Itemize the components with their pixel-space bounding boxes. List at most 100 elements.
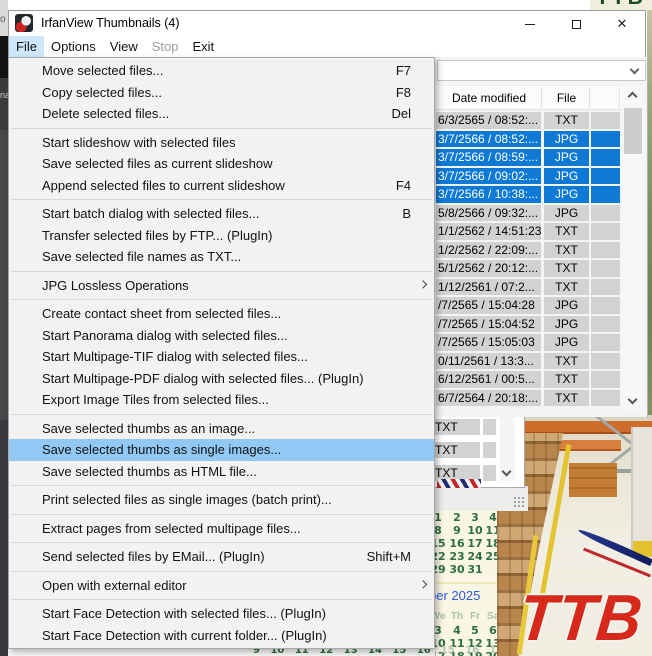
list-item[interactable]: TXT	[428, 419, 480, 435]
menu-item[interactable]: Start Face Detection with selected files…	[9, 603, 434, 625]
menu-item[interactable]: F7Move selected files...	[9, 60, 434, 82]
file-dialog: Date modified File type 6/3/2565 / 08:52…	[420, 57, 648, 417]
column-divider[interactable]	[541, 88, 542, 108]
table-row[interactable]: 6/12/2561 / 00:5...TXT	[435, 371, 621, 388]
menubar-item-view[interactable]: View	[103, 36, 145, 57]
menu-item[interactable]: Start Panorama dialog with selected file…	[9, 325, 434, 347]
menu-item[interactable]: Save selected thumbs as HTML file...	[9, 461, 434, 483]
calendar-day: 24	[466, 550, 484, 563]
close-button[interactable]: ✕	[599, 11, 645, 37]
menu-item[interactable]: F4Append selected files to current slide…	[9, 175, 434, 197]
cell-file-type: TXT	[544, 390, 589, 407]
menu-item[interactable]: BStart batch dialog with selected files.…	[9, 203, 434, 225]
scroll-up-button[interactable]	[622, 86, 644, 104]
menu-item[interactable]: Save selected thumbs as single images...	[9, 439, 434, 461]
cell-empty	[591, 316, 620, 333]
warehouse-column	[631, 427, 652, 557]
menu-item[interactable]: Extract pages from selected multipage fi…	[9, 518, 434, 540]
path-combobox[interactable]	[437, 60, 646, 81]
menu-item[interactable]: JPG Lossless Operations	[9, 275, 434, 297]
cell-file-type: TXT	[544, 279, 589, 296]
menu-separator	[9, 482, 434, 489]
table-row[interactable]: /7/2565 / 15:05:03JPG	[435, 334, 621, 351]
resize-grip[interactable]	[513, 496, 526, 509]
table-row[interactable]: /7/2565 / 15:04:28JPG	[435, 297, 621, 314]
menubar-item-options[interactable]: Options	[44, 36, 103, 57]
wallpaper-top-logo: TTB	[590, 0, 652, 10]
menu-shortcut: Del	[391, 103, 411, 125]
table-row[interactable]: 3/7/2566 / 10:38:...JPG	[435, 186, 621, 203]
menu-item[interactable]: Start Multipage-PDF dialog with selected…	[9, 368, 434, 390]
calendar-day: 16	[448, 537, 466, 550]
column-divider[interactable]	[589, 88, 590, 108]
menu-item[interactable]: DelDelete selected files...	[9, 103, 434, 125]
menu-item[interactable]: Save selected files as current slideshow	[9, 153, 434, 175]
cell-date-modified: 1/1/2562 / 14:51:23	[436, 223, 541, 240]
table-row[interactable]: 1/1/2562 / 14:51:23TXT	[435, 223, 621, 240]
table-row[interactable]: 3/7/2566 / 08:59:...JPG	[435, 149, 621, 166]
table-row[interactable]: 3/7/2566 / 08:52:...JPG	[435, 131, 621, 148]
list-header-row: Date modified File type	[435, 86, 625, 110]
menubar-item-file[interactable]: File	[9, 36, 44, 57]
column-divider[interactable]	[619, 88, 620, 108]
file-list: 6/3/2565 / 08:52:...TXT 3/7/2566 / 08:52:…	[435, 112, 625, 410]
calendar-day: 18	[484, 537, 497, 550]
scroll-down-icon	[628, 395, 638, 405]
file-menu-dropdown: F7Move selected files...F8Copy selected …	[8, 57, 435, 649]
vertical-scrollbar[interactable]	[622, 86, 644, 410]
scroll-down-button[interactable]	[622, 392, 644, 410]
calendar-day: 5	[466, 624, 484, 637]
cell-empty	[591, 279, 620, 296]
menubar-item-exit[interactable]: Exit	[185, 36, 221, 57]
menu-item[interactable]: Start Multipage-TIF dialog with selected…	[9, 346, 434, 368]
maximize-button[interactable]	[553, 11, 599, 37]
menu-item[interactable]: Save selected file names as TXT...	[9, 246, 434, 268]
column-header-file-type[interactable]: File type	[544, 86, 589, 110]
cell-empty	[591, 390, 620, 407]
cell-file-type: JPG	[544, 186, 589, 203]
cell-date-modified: /7/2565 / 15:04:52	[436, 316, 541, 333]
table-row[interactable]: 1/12/2561 / 07:2...TXT	[435, 279, 621, 296]
menu-item[interactable]: Save selected thumbs as an image...	[9, 418, 434, 440]
scrollbar-thumb[interactable]	[624, 108, 642, 154]
minimize-button[interactable]	[507, 11, 553, 37]
list-item[interactable]: TXT	[428, 442, 480, 458]
table-row[interactable]: 6/7/2564 / 20:18:...TXT	[435, 390, 621, 407]
calendar-day: 9	[448, 524, 466, 537]
background-list-window: TXTTXTTXT	[428, 415, 525, 488]
calendar-day: 4	[484, 511, 497, 524]
table-row[interactable]: 1/2/2562 / 22:09:...TXT	[435, 242, 621, 259]
menu-item[interactable]: Export Image Tiles from selected files..…	[9, 389, 434, 411]
table-row[interactable]: 0/11/2561 / 13:3...TXT	[435, 353, 621, 370]
table-row[interactable]: 5/8/2566 / 09:32:...JPG	[435, 205, 621, 222]
menu-item[interactable]: Start Face Detection with current folder…	[9, 625, 434, 647]
desktop-edge-strip: o na	[0, 0, 8, 656]
menu-item[interactable]: Transfer selected files by FTP... (PlugI…	[9, 225, 434, 247]
menubar-item-stop[interactable]: Stop	[145, 36, 186, 57]
table-row[interactable]: 5/1/2562 / 20:12:...TXT	[435, 260, 621, 277]
menu-bar: FileOptionsViewStopExit	[9, 36, 645, 57]
desktop-text-fragment: o	[0, 14, 6, 25]
vertical-scrollbar[interactable]	[500, 417, 515, 481]
table-row[interactable]: 3/7/2566 / 09:02:...JPG	[435, 168, 621, 185]
calendar-month-header: ber 2025	[429, 588, 480, 603]
table-row[interactable]: 6/3/2565 / 08:52:...TXT	[435, 112, 621, 129]
menu-item[interactable]: Print selected files as single images (b…	[9, 489, 434, 511]
menu-shortcut: F7	[396, 60, 411, 82]
cell-date-modified: /7/2565 / 15:05:03	[436, 334, 541, 351]
menu-item[interactable]: F8Copy selected files...	[9, 82, 434, 104]
calendar-day: 17	[466, 537, 484, 550]
menu-item[interactable]: Create contact sheet from selected files…	[9, 303, 434, 325]
column-header-date-modified[interactable]: Date modified	[437, 86, 541, 110]
chevron-down-icon[interactable]	[630, 65, 640, 75]
menu-item[interactable]: Shift+MSend selected files by EMail... (…	[9, 546, 434, 568]
calendar-day: 25	[484, 550, 497, 563]
menu-separator	[9, 511, 434, 518]
cell-date-modified: 3/7/2566 / 10:38:...	[436, 186, 541, 203]
cell-date-modified: 1/12/2561 / 07:2...	[436, 279, 541, 296]
table-row[interactable]: /7/2565 / 15:04:52JPG	[435, 316, 621, 333]
menu-item[interactable]: Open with external editor	[9, 575, 434, 597]
calendar-day-numbers-pale: 15 16 1	[431, 645, 497, 656]
scroll-down-icon[interactable]	[502, 467, 512, 477]
menu-item[interactable]: Start slideshow with selected files	[9, 132, 434, 154]
